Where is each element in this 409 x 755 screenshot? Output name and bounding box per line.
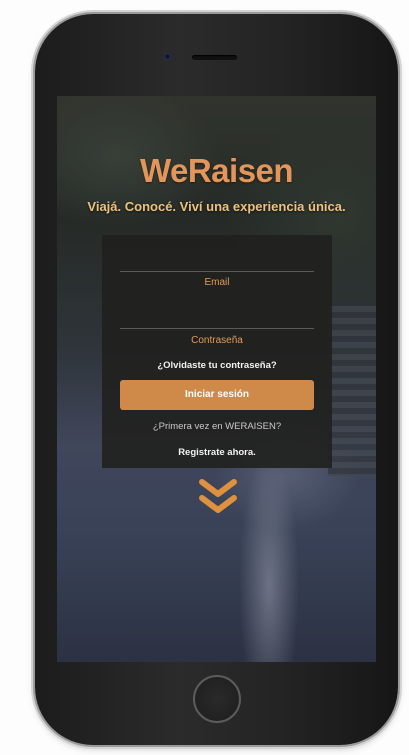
power-button <box>398 160 402 212</box>
password-field[interactable]: Contraseña <box>120 335 314 346</box>
password-field-top-border <box>120 328 314 329</box>
earpiece-speaker <box>192 55 237 60</box>
forgot-password-link[interactable]: ¿Olvidaste tu contraseña? <box>102 360 332 371</box>
login-card: Email Contraseña ¿Olvidaste tu contraseñ… <box>102 235 332 468</box>
app-screen: WeRaisen Viajá. Conocé. Viví una experie… <box>57 96 376 662</box>
front-camera <box>164 53 171 60</box>
brand-tagline: Viajá. Conocé. Viví una experiencia únic… <box>87 199 346 214</box>
first-time-text: ¿Primera vez en WERAISEN? <box>152 421 282 432</box>
login-button[interactable]: Iniciar sesión <box>120 380 314 410</box>
brand-logo: WeRaisen <box>139 152 294 189</box>
home-button[interactable] <box>193 675 241 723</box>
double-chevron-down-icon[interactable] <box>198 478 238 518</box>
email-field-top-border <box>120 271 314 272</box>
email-field[interactable]: Email <box>120 277 314 288</box>
register-link[interactable]: Registrate ahora. <box>102 447 332 458</box>
